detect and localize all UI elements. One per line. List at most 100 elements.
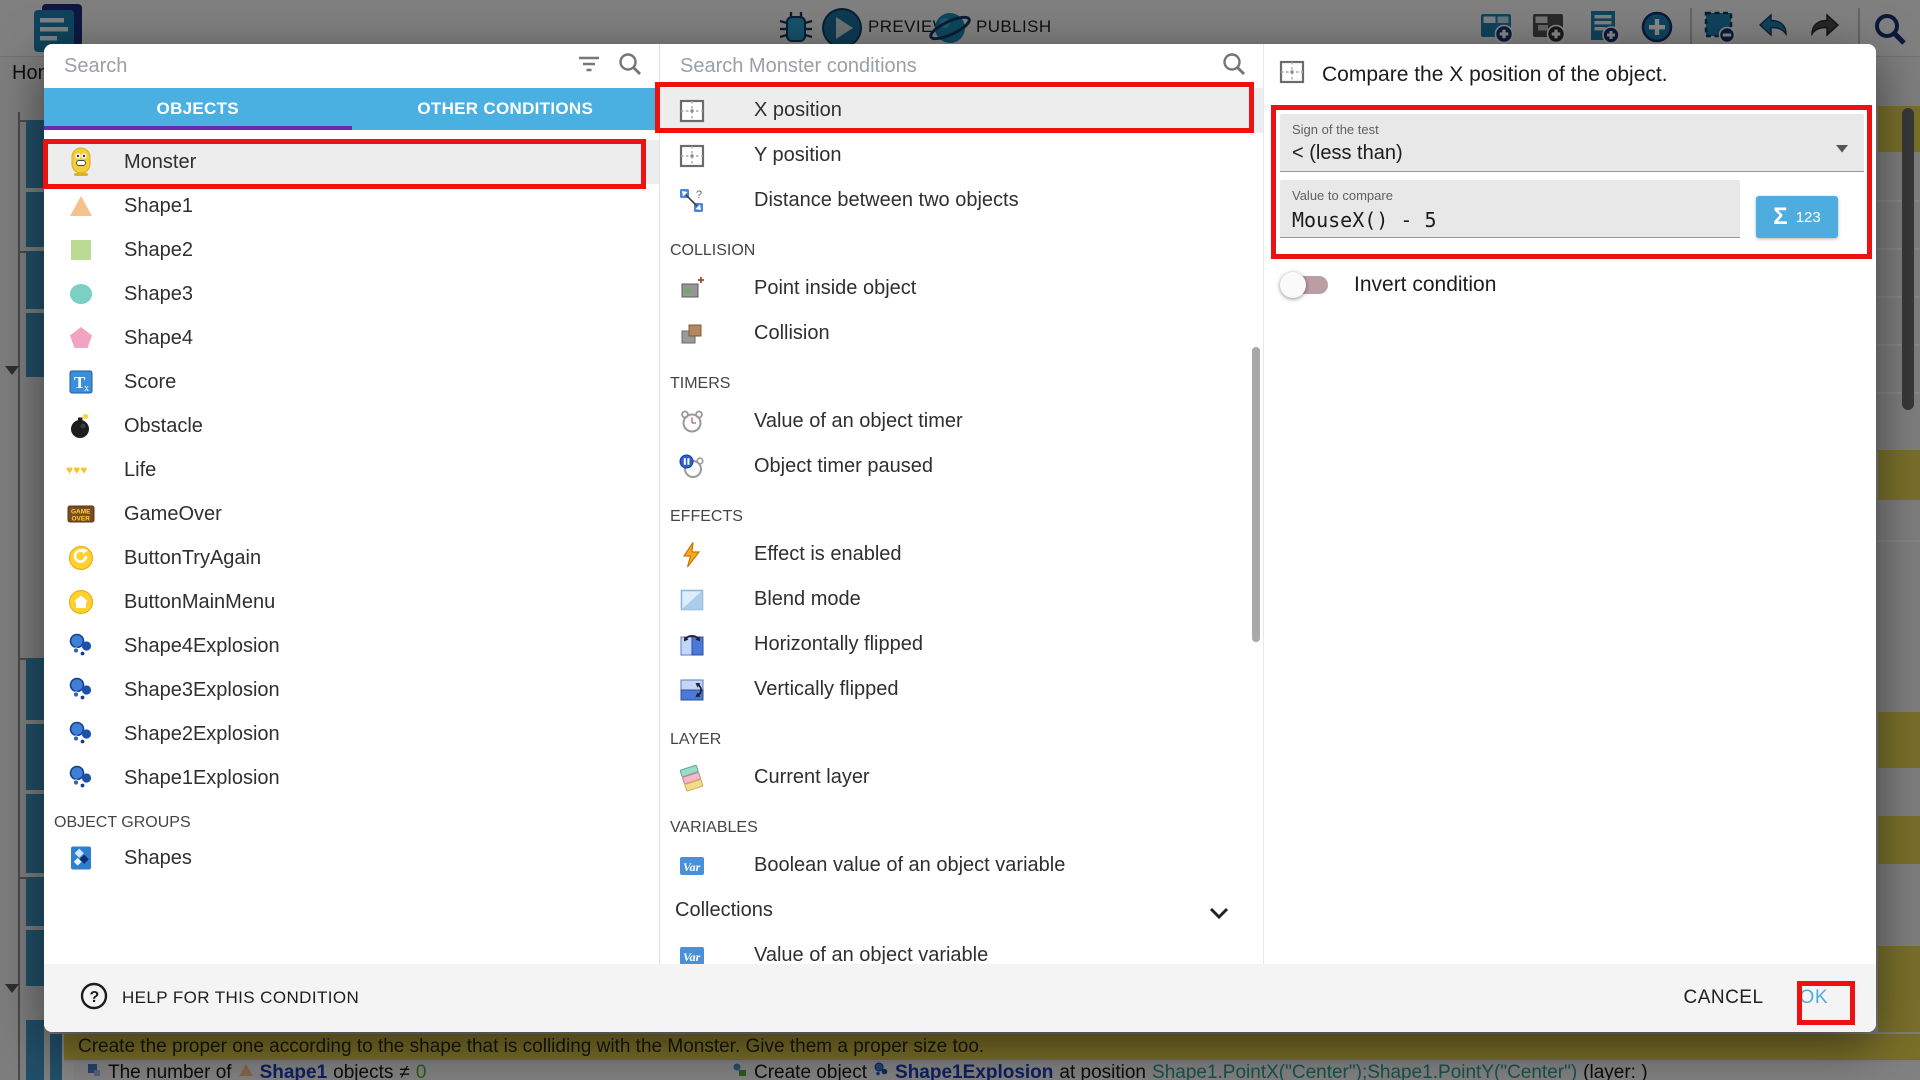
chevron-down-icon[interactable] [1209, 902, 1229, 925]
dropdown-arrow-icon[interactable] [1836, 140, 1848, 158]
tab-other-conditions[interactable]: OTHER CONDITIONS [352, 88, 660, 130]
object-row-shape3explosion[interactable]: Shape3Explosion [44, 668, 659, 712]
help-label: HELP FOR THIS CONDITION [122, 988, 359, 1008]
square-icon [66, 235, 96, 265]
object-label: Shape4Explosion [124, 635, 280, 658]
invert-condition-toggle[interactable] [1280, 272, 1328, 298]
search-icon[interactable] [617, 51, 643, 82]
condition-search-input[interactable] [660, 55, 1221, 78]
object-search-row [44, 44, 659, 88]
var-icon: Var [678, 852, 706, 880]
condition-row-horizontally-flipped[interactable]: Horizontally flipped [660, 622, 1263, 667]
condition-label: X position [754, 99, 842, 122]
condition-group-collections[interactable]: Collections [660, 888, 1263, 933]
condition-row-y-position[interactable]: Y position [660, 133, 1263, 178]
toggle-knob [1280, 272, 1306, 298]
condition-label: Point inside object [754, 277, 916, 300]
condition-row-boolean-value-of-an-object-variable[interactable]: VarBoolean value of an object variable [660, 843, 1263, 888]
cancel-button[interactable]: CANCEL [1665, 977, 1781, 1019]
object-list: Monster Shape1 Shape2 Shape3 Shape4 TxScore Ob… [44, 130, 659, 964]
object-label: Shape1 [124, 195, 193, 218]
condition-row-vertically-flipped[interactable]: Vertically flipped [660, 667, 1263, 712]
object-label: Shape4 [124, 327, 193, 350]
condition-label: Effect is enabled [754, 543, 902, 566]
condition-row-object-timer-paused[interactable]: Object timer paused [660, 444, 1263, 489]
object-row-shape2explosion[interactable]: Shape2Explosion [44, 712, 659, 756]
group-icon [66, 843, 96, 873]
condition-row-x-position[interactable]: X position [660, 88, 1263, 133]
invert-condition-label: Invert condition [1354, 273, 1496, 297]
object-row-shape4[interactable]: Shape4 [44, 316, 659, 360]
svg-text:Var: Var [683, 860, 701, 874]
filter-icon[interactable] [577, 53, 601, 80]
sign-of-test-value: < (less than) [1292, 142, 1852, 165]
object-label: ButtonMainMenu [124, 591, 275, 614]
condition-label: Blend mode [754, 588, 861, 611]
condition-row-effect-is-enabled[interactable]: Effect is enabled [660, 532, 1263, 577]
condition-row-collision[interactable]: Collision [660, 311, 1263, 356]
condition-row-value-of-an-object-variable[interactable]: VarValue of an object variable [660, 933, 1263, 964]
parameters-panel: Compare the X position of the object. Si… [1264, 44, 1876, 964]
sigma-icon: Σ [1773, 203, 1787, 231]
timer-paused-icon [678, 453, 706, 481]
condition-row-value-of-an-object-timer[interactable]: Value of an object timer [660, 399, 1263, 444]
condition-row-current-layer[interactable]: Current layer [660, 755, 1263, 800]
help-button[interactable]: ? HELP FOR THIS CONDITION [74, 981, 365, 1016]
condition-row-blend-mode[interactable]: Blend mode [660, 577, 1263, 622]
condition-section-effects: EFFECTS [660, 489, 1263, 532]
value-to-compare-label: Value to compare [1292, 188, 1728, 203]
ok-button[interactable]: OK [1782, 977, 1846, 1019]
triangle-icon [66, 191, 96, 221]
condition-row-point-inside-object[interactable]: Point inside object [660, 266, 1263, 311]
group-row-shapes[interactable]: Shapes [44, 836, 659, 880]
condition-label: Y position [754, 144, 841, 167]
condition-list: X position Y position ?Distance between tw… [660, 88, 1263, 964]
collision-icon [678, 320, 706, 348]
object-row-shape1[interactable]: Shape1 [44, 184, 659, 228]
condition-section-timers: TIMERS [660, 356, 1263, 399]
hearts-icon: ♥♥♥ [66, 455, 96, 485]
object-row-gameover[interactable]: GAMEOVERGameOver [44, 492, 659, 536]
condition-search-row [660, 44, 1263, 88]
choose-condition-dialog: OBJECTS OTHER CONDITIONS Monster Shape1 Sh… [44, 44, 1876, 1032]
object-row-buttontryagain[interactable]: ButtonTryAgain [44, 536, 659, 580]
object-row-shape3[interactable]: Shape3 [44, 272, 659, 316]
object-label: ButtonTryAgain [124, 547, 261, 570]
object-search-input[interactable] [44, 55, 577, 78]
object-label: Score [124, 371, 176, 394]
object-row-buttonmainmenu[interactable]: ButtonMainMenu [44, 580, 659, 624]
tryagain-icon [66, 543, 96, 573]
group-label: Shapes [124, 847, 192, 870]
dialog-footer: ? HELP FOR THIS CONDITION CANCEL OK [44, 964, 1876, 1032]
tab-objects[interactable]: OBJECTS [44, 88, 352, 130]
condition-row-distance-between-two-objects[interactable]: ?Distance between two objects [660, 178, 1263, 223]
object-label: Shape3 [124, 283, 193, 306]
explosion-icon [66, 763, 96, 793]
object-label: Obstacle [124, 415, 203, 438]
bomb-icon [66, 411, 96, 441]
object-label: Shape2 [124, 239, 193, 262]
sign-of-test-select[interactable]: Sign of the test < (less than) [1280, 114, 1864, 172]
svg-text:OVER: OVER [72, 516, 91, 523]
condition-label: Value of an object timer [754, 410, 963, 433]
search-icon[interactable] [1221, 51, 1247, 82]
object-label: Life [124, 459, 156, 482]
expand-label: Collections [675, 899, 773, 922]
conditions-scrollbar[interactable] [1252, 347, 1260, 642]
object-row-obstacle[interactable]: Obstacle [44, 404, 659, 448]
svg-text:GAME: GAME [71, 509, 91, 516]
value-to-compare-field[interactable]: Value to compare MouseX() - 5 [1280, 180, 1740, 238]
expression-builder-button[interactable]: Σ 123 [1756, 196, 1838, 238]
object-row-shape4explosion[interactable]: Shape4Explosion [44, 624, 659, 668]
object-row-shape1explosion[interactable]: Shape1Explosion [44, 756, 659, 800]
object-row-life[interactable]: ♥♥♥ Life [44, 448, 659, 492]
object-label: Shape2Explosion [124, 723, 280, 746]
mainmenu-icon [66, 587, 96, 617]
object-row-shape2[interactable]: Shape2 [44, 228, 659, 272]
condition-section-collision: COLLISION [660, 223, 1263, 266]
svg-text:♥♥♥: ♥♥♥ [66, 463, 87, 477]
object-row-monster[interactable]: Monster [44, 140, 659, 184]
condition-label: Vertically flipped [754, 678, 899, 701]
object-tabs: OBJECTS OTHER CONDITIONS [44, 88, 659, 130]
object-row-score[interactable]: TxScore [44, 360, 659, 404]
